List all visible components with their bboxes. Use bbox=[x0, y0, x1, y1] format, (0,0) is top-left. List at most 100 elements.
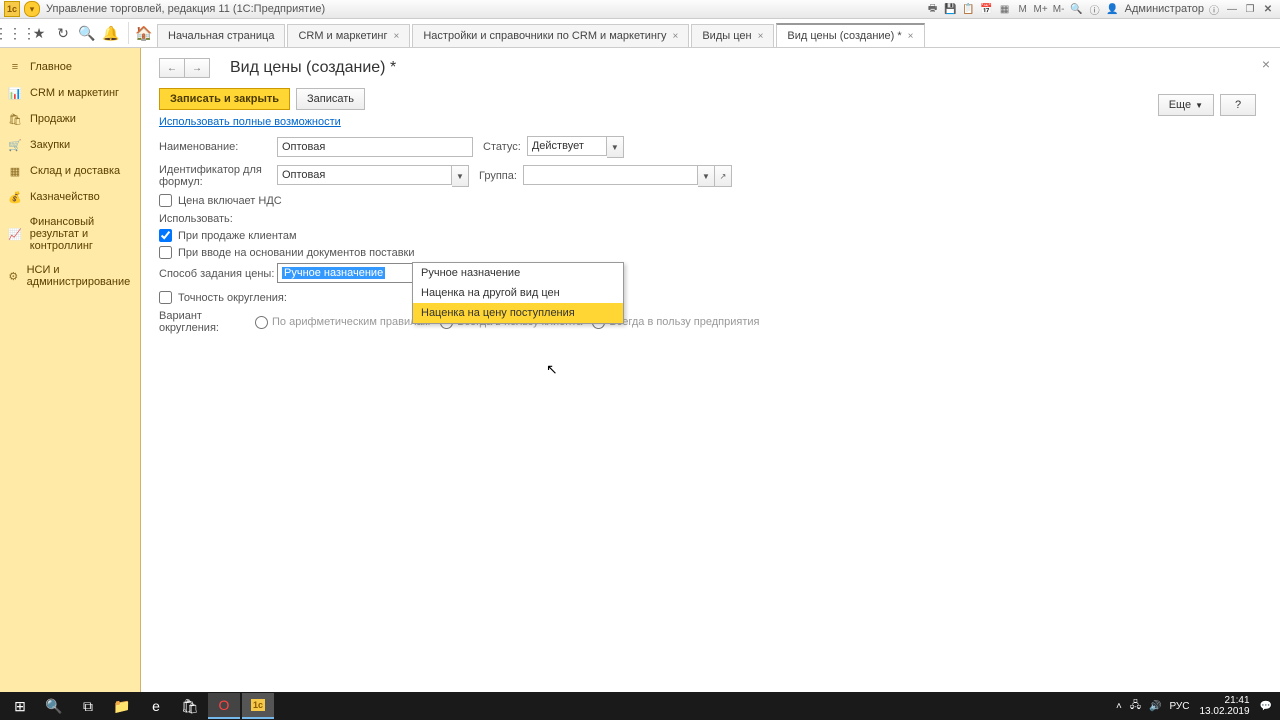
status-label: Статус: bbox=[483, 141, 521, 153]
sale-label: При продаже клиентам bbox=[178, 230, 297, 242]
group-dropdown-icon[interactable]: ▼ bbox=[698, 165, 715, 187]
sidebar-label: CRM и маркетинг bbox=[30, 87, 119, 99]
more-button[interactable]: Еще ▼ bbox=[1158, 94, 1214, 116]
full-options-link[interactable]: Использовать полные возможности bbox=[159, 116, 341, 128]
taskbar-search-icon[interactable]: 🔍 bbox=[38, 694, 70, 718]
sidebar-item[interactable]: ≡Главное bbox=[0, 54, 140, 80]
tab-close-icon[interactable]: × bbox=[908, 31, 914, 42]
tb-calendar-icon[interactable]: 📅 bbox=[979, 2, 995, 16]
start-button[interactable]: ⊞ bbox=[4, 694, 36, 718]
opera-icon[interactable]: O bbox=[208, 693, 240, 719]
sidebar-item[interactable]: ▦ Склад и доставка bbox=[0, 158, 140, 184]
id-dropdown-icon[interactable]: ▼ bbox=[452, 165, 469, 187]
main-toolbar: ⋮⋮⋮ ★ ↻ 🔍 🔔 🏠 Начальная страницаCRM и ма… bbox=[0, 19, 1280, 48]
store-icon[interactable]: 🛍 bbox=[174, 694, 206, 718]
sale-checkbox[interactable] bbox=[159, 229, 172, 242]
sidebar-item[interactable]: 📊CRM и маркетинг bbox=[0, 80, 140, 106]
name-label: Наименование: bbox=[159, 141, 277, 153]
sidebar-icon: 📈 bbox=[8, 227, 22, 241]
nav-fwd-button[interactable]: → bbox=[185, 58, 210, 78]
tab-close-icon[interactable]: × bbox=[394, 31, 400, 42]
sidebar-icon: ▦ bbox=[8, 164, 22, 178]
tab[interactable]: CRM и маркетинг× bbox=[287, 24, 410, 47]
window-close[interactable]: ✕ bbox=[1260, 2, 1276, 16]
sidebar-item[interactable]: ⚙НСИ и администрирование bbox=[0, 258, 140, 294]
help-button[interactable]: ? bbox=[1220, 94, 1256, 116]
status-combo[interactable] bbox=[527, 136, 607, 156]
tab[interactable]: Начальная страница bbox=[157, 24, 285, 47]
id-label: Идентификатор для формул: bbox=[159, 164, 277, 188]
sidebar-item[interactable]: 🛒Закупки bbox=[0, 132, 140, 158]
tray-up-icon[interactable]: ˄ bbox=[1116, 701, 1122, 712]
round-label: Точность округления: bbox=[178, 292, 287, 304]
round-checkbox[interactable] bbox=[159, 291, 172, 304]
sidebar-item[interactable]: 📈Финансовый результат и контроллинг bbox=[0, 210, 140, 258]
window-minimize[interactable]: — bbox=[1224, 2, 1240, 16]
save-close-button[interactable]: Записать и закрыть bbox=[159, 88, 290, 110]
round-variant-label: Вариант округления: bbox=[159, 310, 255, 334]
sidebar-icon: 🛍 bbox=[8, 112, 22, 126]
page-close-icon[interactable]: × bbox=[1262, 56, 1270, 72]
round-arith-radio[interactable] bbox=[255, 316, 268, 329]
edge-icon[interactable]: e bbox=[140, 694, 172, 718]
sidebar-label: Казначейство bbox=[30, 191, 100, 203]
sidebar-label: Склад и доставка bbox=[30, 165, 120, 177]
tab[interactable]: Виды цен× bbox=[691, 24, 774, 47]
sidebar-item[interactable]: 💰Казначейство bbox=[0, 184, 140, 210]
main-area: ≡Главное📊CRM и маркетинг🛍Продажи🛒Закупки… bbox=[0, 48, 1280, 694]
tb-m3-icon[interactable]: M- bbox=[1051, 2, 1067, 16]
explorer-icon[interactable]: 📁 bbox=[106, 694, 138, 718]
1c-taskbar-icon[interactable]: 1c bbox=[242, 693, 274, 719]
tray-net-icon[interactable]: 🖧 bbox=[1130, 698, 1141, 715]
app-logo-icon: 1c bbox=[4, 1, 20, 17]
tb-notify-icon[interactable]: ⓘ bbox=[1206, 2, 1222, 16]
tb-m1-icon[interactable]: M bbox=[1015, 2, 1031, 16]
search-icon[interactable]: 🔍 bbox=[76, 22, 98, 44]
home-icon[interactable]: 🏠 bbox=[133, 22, 155, 44]
content-pane: × ← → Вид цены (создание) * Записать и з… bbox=[141, 48, 1280, 694]
window-maximize[interactable]: ❐ bbox=[1242, 2, 1258, 16]
tb-save-icon[interactable]: 💾 bbox=[943, 2, 959, 16]
tb-calc-icon[interactable]: ▦ bbox=[997, 2, 1013, 16]
id-input[interactable] bbox=[277, 165, 452, 185]
group-label: Группа: bbox=[479, 170, 517, 182]
task-view-icon[interactable]: ⧉ bbox=[72, 694, 104, 718]
save-button[interactable]: Записать bbox=[296, 88, 365, 110]
method-label: Способ задания цены: bbox=[159, 268, 277, 280]
dropdown-option[interactable]: Наценка на цену поступления bbox=[413, 303, 623, 323]
tab[interactable]: Вид цены (создание) *× bbox=[776, 23, 924, 47]
tab-close-icon[interactable]: × bbox=[758, 31, 764, 42]
status-dropdown-icon[interactable]: ▼ bbox=[607, 136, 624, 158]
tray-clock[interactable]: 21:41 13.02.2019 bbox=[1199, 695, 1249, 717]
method-dropdown-list: Ручное назначениеНаценка на другой вид ц… bbox=[412, 262, 624, 324]
vat-label: Цена включает НДС bbox=[178, 195, 282, 207]
tray-lang[interactable]: РУС bbox=[1169, 701, 1189, 712]
tab[interactable]: Настройки и справочники по CRM и маркети… bbox=[412, 24, 689, 47]
group-input[interactable] bbox=[523, 165, 698, 185]
tb-print-icon[interactable]: 🖶 bbox=[925, 2, 941, 16]
nav-back-button[interactable]: ← bbox=[159, 58, 185, 78]
history-icon[interactable]: ↻ bbox=[52, 22, 74, 44]
tab-close-icon[interactable]: × bbox=[673, 31, 679, 42]
favorite-icon[interactable]: ★ bbox=[28, 22, 50, 44]
tb-copy-icon[interactable]: 📋 bbox=[961, 2, 977, 16]
tray-notify-icon[interactable]: 💬 bbox=[1260, 701, 1272, 712]
tb-info-icon[interactable]: ⓘ bbox=[1087, 2, 1103, 16]
tb-zoom-icon[interactable]: 🔍 bbox=[1069, 2, 1085, 16]
supply-label: При вводе на основании документов постав… bbox=[178, 247, 415, 259]
apps-icon[interactable]: ⋮⋮⋮ bbox=[4, 22, 26, 44]
dropdown-option[interactable]: Наценка на другой вид цен bbox=[413, 283, 623, 303]
dropdown-option[interactable]: Ручное назначение bbox=[413, 263, 623, 283]
supply-checkbox[interactable] bbox=[159, 246, 172, 259]
group-open-icon[interactable]: ↗ bbox=[715, 165, 732, 187]
bell-icon[interactable]: 🔔 bbox=[100, 22, 122, 44]
titlebar-nav-icon[interactable]: ▾ bbox=[24, 1, 40, 17]
tray-vol-icon[interactable]: 🔊 bbox=[1149, 701, 1161, 712]
vat-checkbox[interactable] bbox=[159, 194, 172, 207]
tb-m2-icon[interactable]: M+ bbox=[1033, 2, 1049, 16]
tb-user-icon: 👤 bbox=[1105, 2, 1121, 16]
name-input[interactable] bbox=[277, 137, 473, 157]
sidebar-item[interactable]: 🛍Продажи bbox=[0, 106, 140, 132]
round-arith-label: По арифметическим правилам bbox=[272, 316, 430, 328]
use-label: Использовать: bbox=[159, 213, 1262, 225]
